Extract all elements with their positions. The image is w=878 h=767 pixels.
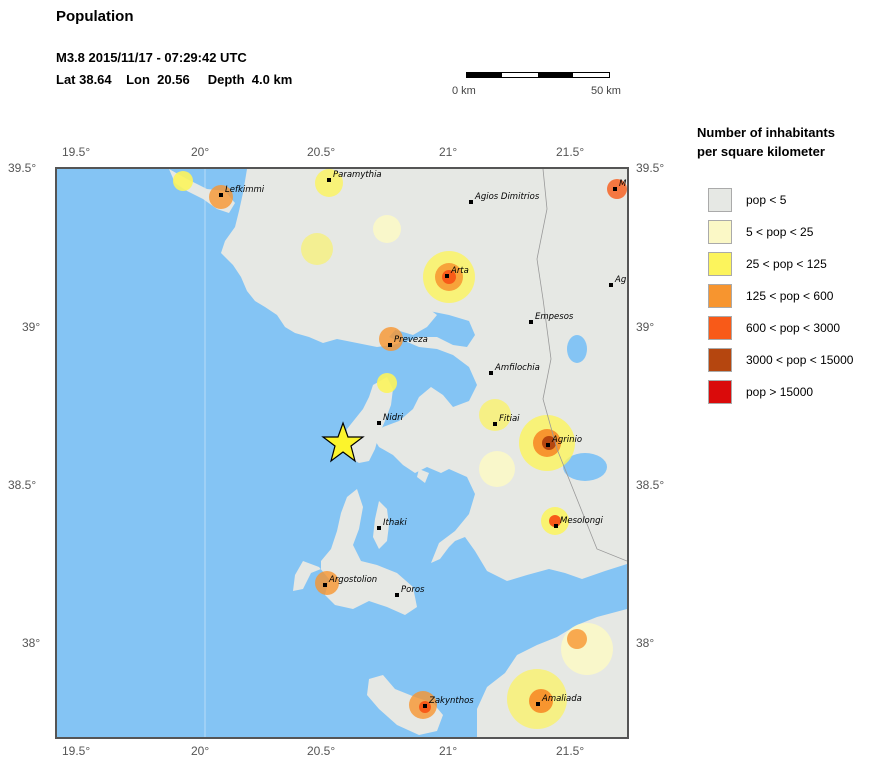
lon-tick-top-2: 20° xyxy=(191,145,210,159)
city-label: Argostolion xyxy=(328,575,377,585)
population-map: Lefkimmi Paramythia Agios Dimitrios Arta Emp… xyxy=(55,167,629,739)
map-title: Population xyxy=(56,8,134,25)
legend-swatch xyxy=(708,188,732,212)
legend-swatch xyxy=(708,252,732,276)
city-dot xyxy=(423,704,427,708)
city-label: Agios Dimitrios xyxy=(474,192,540,202)
lon-tick-bottom-4: 21° xyxy=(439,744,458,758)
city-label: Agrinio xyxy=(551,435,582,445)
lat-tick-left-4: 38° xyxy=(22,636,41,650)
city-label: Zakynthos xyxy=(428,696,474,706)
city-dot xyxy=(323,583,327,587)
legend-label: 25 < pop < 125 xyxy=(746,257,827,271)
legend-label: 5 < pop < 25 xyxy=(746,225,814,239)
lon-tick-bottom-2: 20° xyxy=(191,744,210,758)
city-label: Ag xyxy=(614,275,627,285)
scale-bar xyxy=(466,72,610,78)
event-location: Lat 38.64 Lon 20.56 Depth 4.0 km xyxy=(56,72,293,87)
city-dot xyxy=(609,283,613,287)
legend-title-line2: per square kilometer xyxy=(697,144,825,159)
lake-amvrakia xyxy=(567,335,587,363)
lon-tick-bottom-5: 21.5° xyxy=(556,744,585,758)
legend-item: pop < 5 xyxy=(708,188,878,212)
city-dot xyxy=(219,193,223,197)
legend-swatch xyxy=(708,284,732,308)
city-dot xyxy=(377,526,381,530)
city-dot xyxy=(327,178,331,182)
city-label: Nidri xyxy=(383,413,404,423)
legend-label: pop > 15000 xyxy=(746,385,814,399)
event-info: M3.8 2015/11/17 - 07:29:42 UTC xyxy=(56,50,247,65)
legend-item: 600 < pop < 3000 xyxy=(708,316,878,340)
city-dot xyxy=(536,702,540,706)
city-dot xyxy=(613,187,617,191)
city-label: Ithaki xyxy=(383,518,407,528)
legend-label: 600 < pop < 3000 xyxy=(746,321,841,335)
legend-item: 3000 < pop < 15000 xyxy=(708,348,878,372)
legend-item: 125 < pop < 600 xyxy=(708,284,878,308)
city-dot xyxy=(445,274,449,278)
city-dot xyxy=(469,200,473,204)
lat-tick-left-1: 39.5° xyxy=(8,161,37,175)
lon-tick-top-1: 19.5° xyxy=(62,145,91,159)
city-dot xyxy=(493,422,497,426)
lon-tick-bottom-3: 20.5° xyxy=(307,744,336,758)
legend-swatch xyxy=(708,316,732,340)
legend-swatch xyxy=(708,220,732,244)
lat-tick-left-3: 38.5° xyxy=(8,478,37,492)
city-label: Empesos xyxy=(535,312,574,322)
city-label: Paramythia xyxy=(333,170,382,180)
city-label: Mesolongi xyxy=(560,516,604,526)
city-label: Lefkimmi xyxy=(225,185,265,195)
lat-tick-right-1: 39.5° xyxy=(636,161,665,175)
legend-label: pop < 5 xyxy=(746,193,787,207)
city-label: Amfilochia xyxy=(494,363,540,373)
legend-swatch xyxy=(708,380,732,404)
lon-tick-top-3: 20.5° xyxy=(307,145,336,159)
city-dot xyxy=(489,371,493,375)
lon-tick-top-5: 21.5° xyxy=(556,145,585,159)
legend-item: pop > 15000 xyxy=(708,380,878,404)
city-dot xyxy=(395,593,399,597)
city-label: M xyxy=(619,179,627,189)
legend-title-line1: Number of inhabitants xyxy=(697,125,835,140)
legend-label: 125 < pop < 600 xyxy=(746,289,834,303)
city-dot xyxy=(554,524,558,528)
map-canvas: Lefkimmi Paramythia Agios Dimitrios Arta Emp… xyxy=(57,169,627,737)
lat-tick-left-2: 39° xyxy=(22,320,41,334)
lon-tick-bottom-1: 19.5° xyxy=(62,744,91,758)
lat-tick-right-3: 38.5° xyxy=(636,478,665,492)
city-dot xyxy=(377,421,381,425)
legend-swatch xyxy=(708,348,732,372)
city-dot xyxy=(388,343,392,347)
city-label: Arta xyxy=(450,266,469,276)
city-label: Poros xyxy=(401,585,425,595)
lon-tick-top-4: 21° xyxy=(439,145,458,159)
scale-label-end: 50 km xyxy=(591,85,621,97)
legend-item: 25 < pop < 125 xyxy=(708,252,878,276)
city-label: Amaliada xyxy=(541,694,582,704)
lat-tick-right-4: 38° xyxy=(636,636,655,650)
legend-title: Number of inhabitants per square kilomet… xyxy=(697,123,835,161)
legend-label: 3000 < pop < 15000 xyxy=(746,353,854,367)
city-label: Fitiai xyxy=(499,414,520,424)
city-dot xyxy=(529,320,533,324)
scale-label-start: 0 km xyxy=(452,85,476,97)
lat-tick-right-2: 39° xyxy=(636,320,655,334)
city-dot xyxy=(546,443,550,447)
city-label: Preveza xyxy=(394,335,428,345)
legend-item: 5 < pop < 25 xyxy=(708,220,878,244)
